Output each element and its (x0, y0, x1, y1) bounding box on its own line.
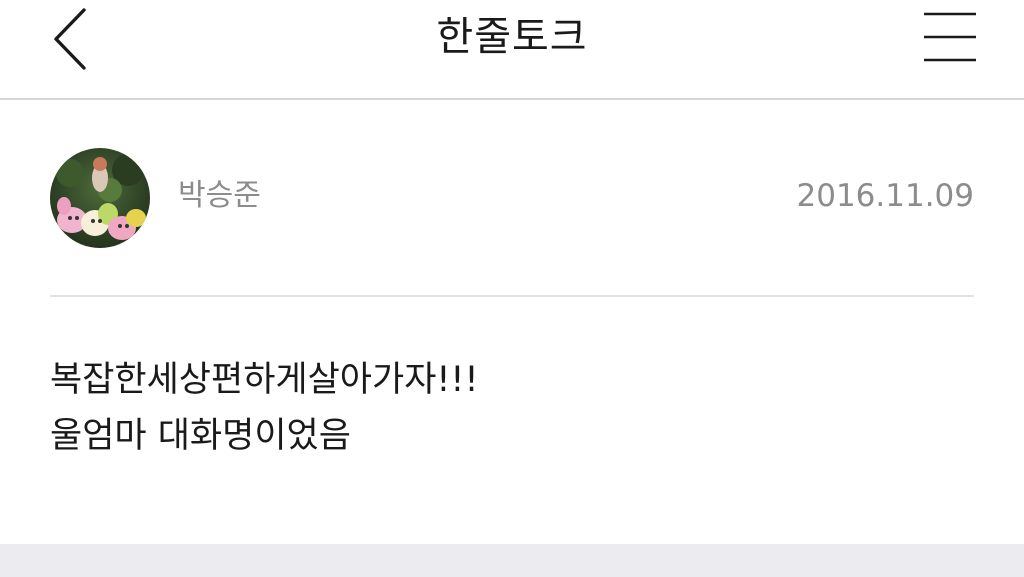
post-date: 2016.11.09 (796, 178, 975, 214)
page-title: 한줄토크 (436, 14, 588, 60)
header-bar: 한줄토크 (0, 0, 1024, 100)
post-text-line: 울엄마 대화명이었음 (50, 416, 351, 456)
divider (50, 295, 974, 297)
hamburger-menu-icon (924, 12, 976, 62)
post-author-row: 박승준 2016.11.09 (50, 148, 974, 248)
talk-detail-screen: 한줄토크 박승준 2016.11.09 복잡한세상편하게살아가자!!! 울엄마 … (0, 0, 1024, 577)
menu-button[interactable] (918, 8, 984, 70)
post-content: 복잡한세상편하게살아가자!!! 울엄마 대화명이었음 (50, 352, 974, 464)
post-text-line: 복잡한세상편하게살아가자!!! (50, 360, 479, 400)
author-name[interactable]: 박승준 (178, 176, 261, 216)
avatar[interactable] (50, 148, 150, 248)
footer-area (0, 544, 1024, 577)
